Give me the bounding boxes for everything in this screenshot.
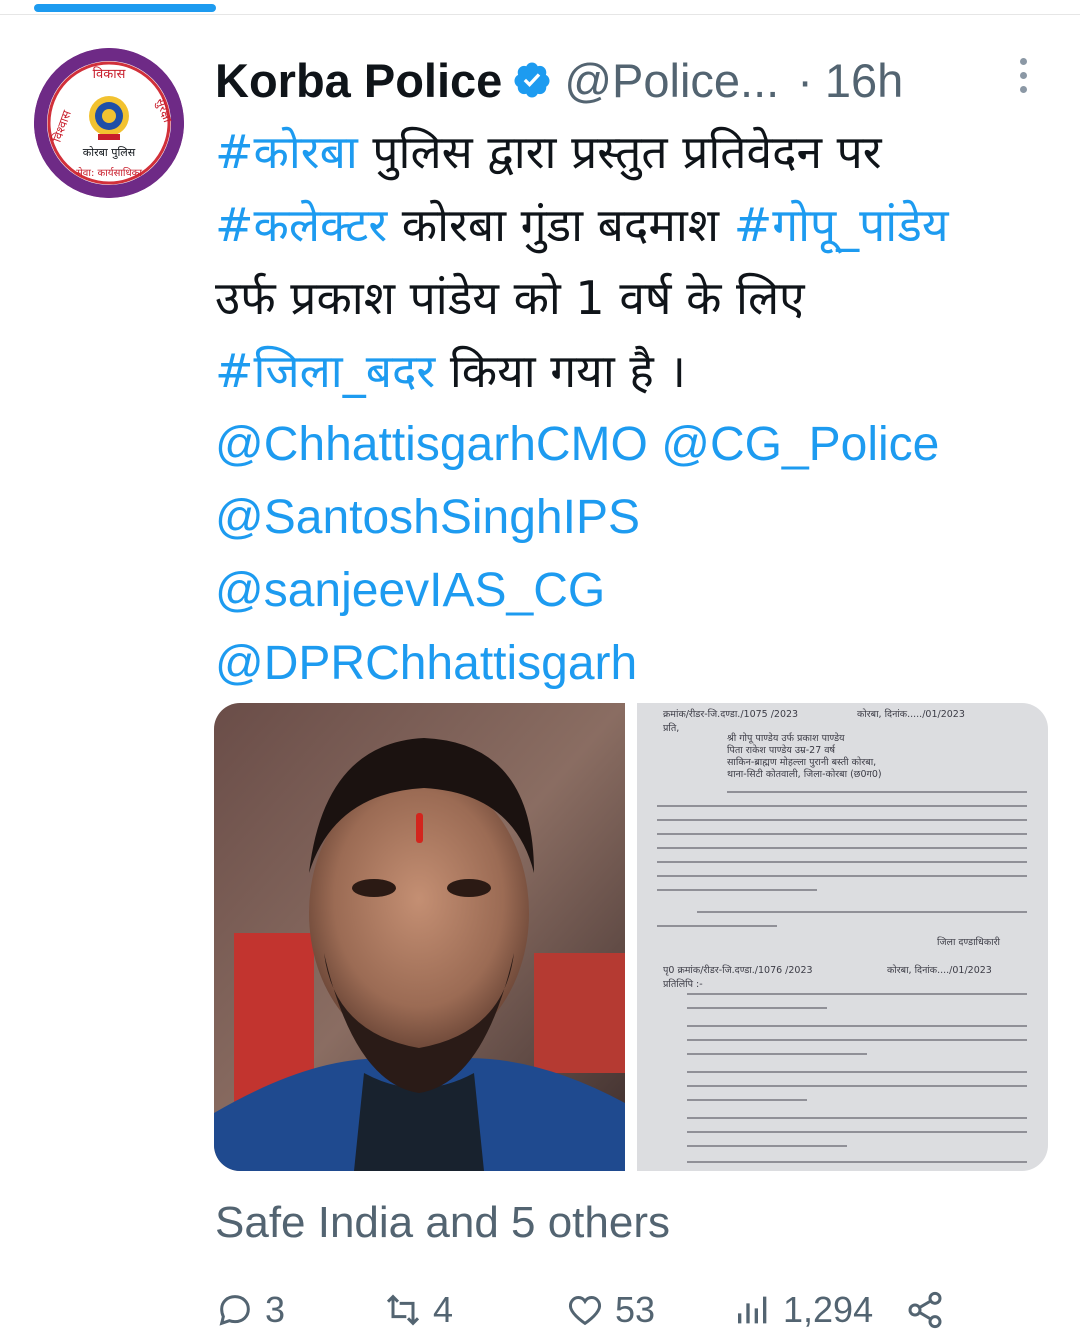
doc-date: कोरबा, दिनांक...../01/2023 [857,709,965,720]
hashtag[interactable]: #गोपू_पांडेय [734,198,949,252]
logo-text-center: कोरबा पुलिस [83,146,136,159]
text: किया गया है । [435,344,686,398]
views-icon [738,1296,767,1324]
doc-ref: क्रमांक/रीडर-जि.दण्डा./1075 /2023 [663,709,799,720]
mention-link[interactable]: @DPRChhattisgarh [215,637,637,690]
hashtag[interactable]: #कलेक्टर [215,198,387,252]
text-line: #कोरबा पुलिस द्वारा प्रस्तुत प्रतिवेदन प… [215,116,1065,189]
doc-text: प्रतिलिपि :- [663,979,703,990]
divider [0,14,1080,15]
liked-by-text[interactable]: Safe India and 5 others [215,1198,670,1248]
author-handle[interactable]: @Police... [564,53,779,108]
text-line: @SantoshSinghIPS [215,481,1065,554]
doc-text: थाना-सिटी कोतवाली, जिला-कोरबा (छ0ग0) [727,769,882,780]
reply-icon [219,1295,250,1326]
police-logo: विकास विश्वास सुरक्षा कोरबा पुलिस सेवा: … [34,48,184,198]
like-count: 53 [615,1289,656,1330]
media-gallery: क्रमांक/रीडर-जि.दण्डा./1075 /2023 कोरबा,… [214,703,1048,1171]
text-line: उर्फ प्रकाश पांडेय को 1 वर्ष के लिए [215,262,1065,335]
text-line: @sanjeevIAS_CG [215,554,1065,627]
text-line: @ChhattisgarhCMO @CG_Police [215,408,1065,481]
retweet-button[interactable]: 4 [383,1289,454,1330]
media-photo[interactable] [214,703,625,1171]
tweet-text: #कोरबा पुलिस द्वारा प्रस्तुत प्रतिवेदन प… [215,116,1065,700]
logo-text-bottom: सेवा: कार्यसाधिका [76,167,142,179]
reply-button[interactable]: 3 [215,1289,286,1330]
scroll-indicator [34,4,216,12]
media-document[interactable]: क्रमांक/रीडर-जि.दण्डा./1075 /2023 कोरबा,… [637,703,1048,1171]
mention-link[interactable]: @CG_Police [661,418,939,471]
tweet-actions: 3 4 53 1,294 [215,1289,1065,1330]
logo-text-top: विकास [93,66,126,82]
tweet-header: Korba Police @Police... · 16h [215,48,1065,112]
doc-ref: पृ0 क्रमांक/रीडर-जि.दण्डा./1076 /2023 [663,965,813,976]
view-count: 1,294 [783,1289,874,1330]
portrait-image [214,703,625,1171]
heart-icon [568,1295,602,1326]
text-line: #जिला_बदर किया गया है । [215,335,1065,408]
text: कोरबा गुंडा बदमाश [387,198,734,252]
hashtag[interactable]: #कोरबा [215,125,358,179]
doc-text: प्रति, [663,723,680,734]
reply-count: 3 [265,1289,286,1330]
author-name[interactable]: Korba Police [215,53,502,108]
verified-badge-icon [512,60,552,100]
separator: · [797,53,813,107]
share-icon [908,1291,942,1329]
retweet-icon [386,1294,420,1326]
mention-link[interactable]: @SantoshSinghIPS [215,491,640,544]
text-line: #कलेक्टर कोरबा गुंडा बदमाश #गोपू_पांडेय [215,189,1065,262]
retweet-count: 4 [433,1289,454,1330]
avatar[interactable]: विकास विश्वास सुरक्षा कोरबा पुलिस सेवा: … [34,48,184,198]
like-button[interactable]: 53 [565,1289,656,1330]
timestamp[interactable]: 16h [825,53,903,108]
share-button[interactable] [905,1290,955,1330]
views-button[interactable]: 1,294 [733,1289,874,1330]
hashtag[interactable]: #जिला_बदर [215,344,435,398]
text: पुलिस द्वारा प्रस्तुत प्रतिवेदन पर [357,125,882,179]
doc-date: कोरबा, दिनांक..../01/2023 [887,965,992,976]
doc-seal: जिला दण्डाधिकारी [937,937,1000,948]
text: उर्फ प्रकाश पांडेय को 1 वर्ष के लिए [215,271,805,325]
mention-link[interactable]: @ChhattisgarhCMO [215,418,648,471]
more-options-icon[interactable] [1016,58,1030,98]
mention-link[interactable]: @sanjeevIAS_CG [215,564,605,617]
text-line: @DPRChhattisgarh [215,627,1065,700]
